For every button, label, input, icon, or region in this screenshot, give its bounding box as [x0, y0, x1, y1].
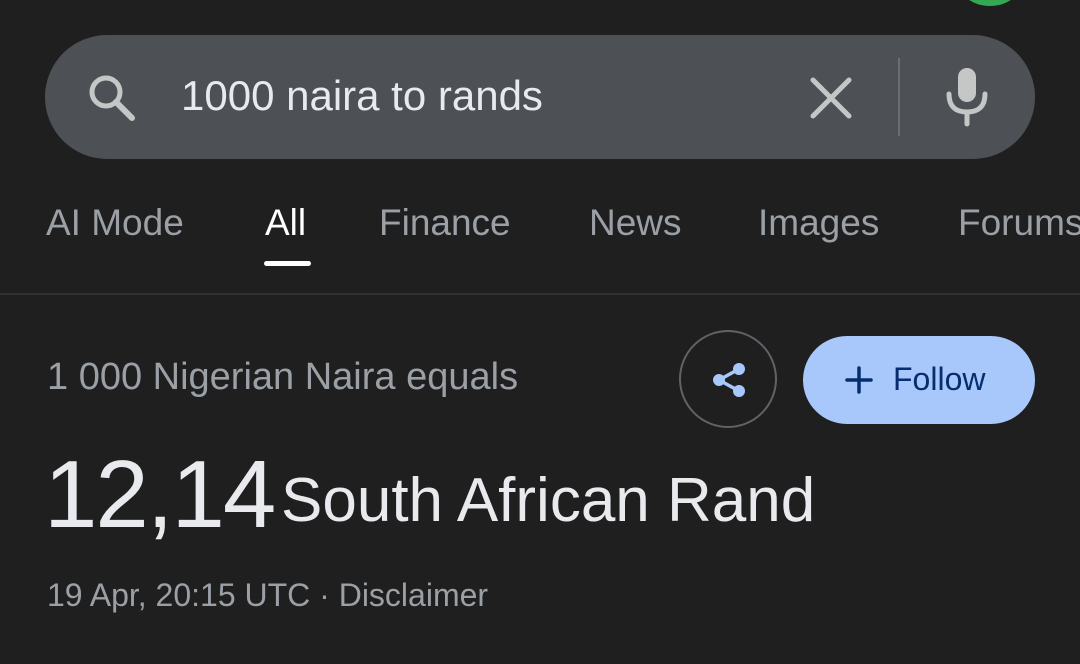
active-tab-indicator: [264, 261, 311, 266]
tab-images[interactable]: Images: [758, 202, 879, 244]
conversion-result-value: 12,14: [44, 441, 276, 548]
close-icon[interactable]: [808, 75, 854, 121]
timestamp: 19 Apr, 20:15 UTC: [47, 577, 311, 613]
tabs-divider: [0, 293, 1080, 295]
search-divider: [898, 58, 900, 136]
tab-forums[interactable]: Forums: [958, 202, 1080, 244]
search-results-page: 1000 naira to rands AI Mode All Finance …: [0, 0, 1080, 664]
plus-icon: [845, 366, 873, 394]
disclaimer-link[interactable]: Disclaimer: [339, 577, 488, 613]
follow-label: Follow: [893, 361, 986, 397]
conversion-meta: 19 Apr, 20:15 UTC · Disclaimer: [47, 577, 488, 614]
search-input[interactable]: 1000 naira to rands: [181, 72, 543, 120]
search-icon[interactable]: [84, 70, 140, 126]
conversion-result-currency: South African Rand: [281, 466, 816, 535]
conversion-source-text: 1 000 Nigerian Naira equals: [47, 356, 519, 398]
follow-button[interactable]: Follow: [803, 336, 1035, 424]
tab-finance[interactable]: Finance: [379, 202, 511, 244]
tab-ai-mode[interactable]: AI Mode: [46, 202, 184, 244]
share-icon: [713, 363, 745, 397]
tab-all[interactable]: All: [265, 202, 306, 244]
share-button[interactable]: [679, 330, 777, 428]
avatar[interactable]: [958, 0, 1022, 6]
search-tabs: AI Mode All Finance News Images Forums: [0, 196, 1080, 276]
meta-separator: ·: [319, 577, 330, 613]
tab-news[interactable]: News: [589, 202, 682, 244]
microphone-icon[interactable]: [943, 66, 991, 128]
